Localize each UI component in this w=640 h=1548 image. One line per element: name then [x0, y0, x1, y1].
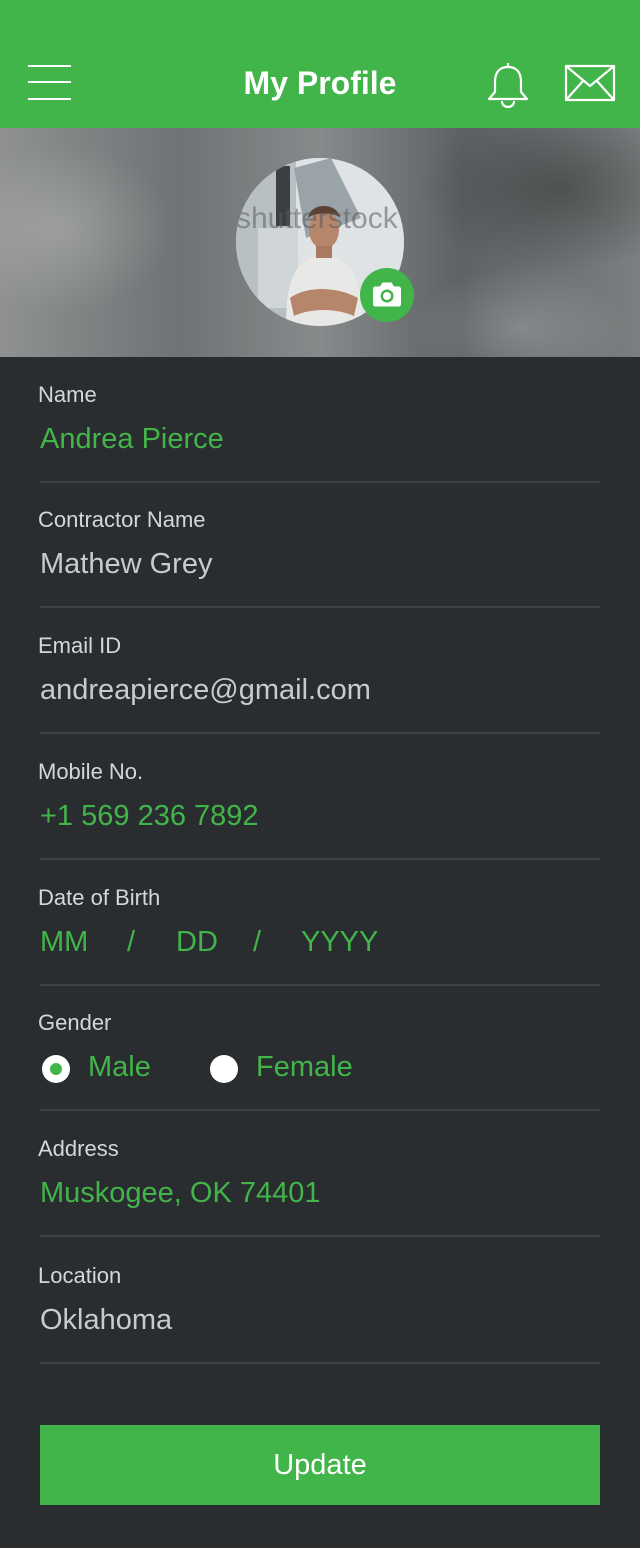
location-field: Location Oklahoma [38, 1238, 600, 1364]
mobile-input[interactable]: +1 569 236 7892 [40, 798, 259, 834]
gender-field: Gender Male Female [38, 985, 600, 1111]
update-button[interactable]: Update [40, 1425, 600, 1505]
top-app-bar: My Profile [0, 0, 640, 128]
mobile-field: Mobile No. +1 569 236 7892 [38, 734, 600, 860]
address-label: Address [38, 1136, 119, 1161]
gender-radio-female[interactable]: Female [210, 1047, 360, 1087]
gender-label: Gender [38, 1010, 112, 1035]
date-of-birth-field: Date of Birth MM / DD / YYYY [38, 860, 600, 986]
bell-icon[interactable] [486, 60, 530, 109]
address-input[interactable]: Muskogee, OK 74401 [40, 1175, 321, 1211]
dob-label: Date of Birth [38, 885, 161, 910]
dob-day-input[interactable]: DD [176, 924, 218, 960]
name-input[interactable]: Andrea Pierce [40, 421, 224, 457]
name-field: Name Andrea Pierce [38, 357, 600, 483]
radio-unchecked-icon [210, 1055, 238, 1083]
gender-option-label: Male [88, 1051, 151, 1083]
email-input[interactable]: andreapierce@gmail.com [40, 672, 371, 708]
dob-separator: / [253, 926, 262, 958]
location-input[interactable]: Oklahoma [40, 1302, 172, 1338]
page-title: My Profile [243, 65, 397, 101]
gender-radio-male[interactable]: Male [42, 1047, 162, 1087]
dob-year-input[interactable]: YYYY [301, 924, 378, 960]
address-field: Address Muskogee, OK 74401 [38, 1111, 600, 1237]
contractor-name-field: Contractor Name Mathew Grey [38, 482, 600, 608]
radio-checked-icon [42, 1055, 70, 1083]
location-label: Location [38, 1263, 122, 1288]
email-field: Email ID andreapierce@gmail.com [38, 608, 600, 734]
mail-icon[interactable] [564, 64, 616, 102]
name-label: Name [38, 382, 97, 407]
camera-icon [373, 282, 401, 307]
contractor-name-input[interactable]: Mathew Grey [40, 546, 212, 582]
email-label: Email ID [38, 633, 122, 658]
gender-option-label: Female [256, 1051, 353, 1083]
dob-separator: / [127, 926, 136, 958]
svg-text:shutterstock: shutterstock [236, 202, 399, 235]
change-photo-button[interactable] [360, 268, 414, 322]
mobile-label: Mobile No. [38, 759, 144, 784]
profile-banner: shutterstock [0, 128, 640, 357]
dob-month-input[interactable]: MM [40, 924, 88, 960]
contractor-name-label: Contractor Name [38, 507, 206, 532]
